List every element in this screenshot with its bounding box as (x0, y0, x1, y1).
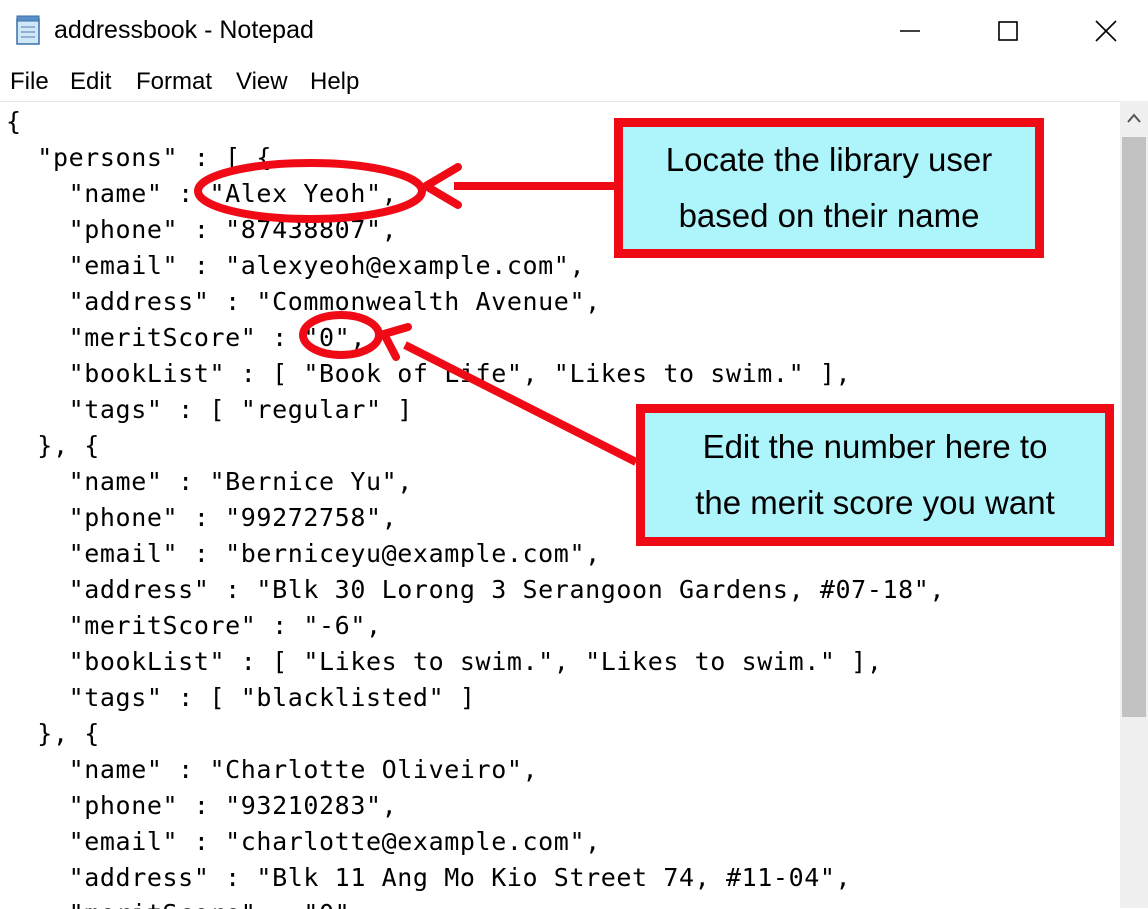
code-line: { (6, 107, 22, 136)
maximize-button[interactable] (978, 8, 1038, 54)
callout-text-line: the merit score you want (695, 484, 1055, 521)
code-line: "address" : "Blk 30 Lorong 3 Serangoon G… (6, 575, 946, 604)
maximize-icon (998, 21, 1018, 41)
code-line: "name" : "Charlotte Oliveiro", (6, 755, 539, 784)
code-line: "phone" : "93210283", (6, 791, 398, 820)
callout-text-line: based on their name (678, 197, 980, 234)
title-bar: addressbook - Notepad (0, 0, 1148, 62)
edit-merit-callout: Edit the number here to the merit score … (636, 404, 1114, 546)
code-line: "address" : "Blk 11 Ang Mo Kio Street 74… (6, 863, 852, 892)
code-line: "name" : "Alex Yeoh", (6, 179, 398, 208)
menu-view[interactable]: View (236, 68, 288, 96)
code-line: "meritScore" : "0", (6, 323, 366, 352)
code-line: }, { (6, 431, 100, 460)
callout-text-line: Locate the library user (665, 141, 993, 178)
code-line: "name" : "Bernice Yu", (6, 467, 413, 496)
scroll-up-button[interactable] (1120, 101, 1148, 135)
scroll-thumb[interactable] (1122, 137, 1146, 717)
code-line: "phone" : "99272758", (6, 503, 398, 532)
window-title: addressbook - Notepad (54, 16, 314, 44)
code-line: "address" : "Commonwealth Avenue", (6, 287, 601, 316)
minimize-icon (900, 30, 920, 32)
code-line: "bookList" : [ "Likes to swim.", "Likes … (6, 647, 883, 676)
callout-text-line: Edit the number here to (702, 428, 1048, 465)
menu-format[interactable]: Format (136, 68, 212, 96)
code-line: "phone" : "87438807", (6, 215, 398, 244)
vertical-scrollbar[interactable] (1120, 101, 1148, 908)
code-line: "email" : "charlotte@example.com", (6, 827, 601, 856)
code-line: "bookList" : [ "Book of Life", "Likes to… (6, 359, 852, 388)
minimize-button[interactable] (880, 8, 940, 54)
code-line: "tags" : [ "blacklisted" ] (6, 683, 476, 712)
code-line: }, { (6, 719, 100, 748)
chevron-up-icon (1127, 113, 1141, 123)
code-line: "tags" : [ "regular" ] (6, 395, 413, 424)
notepad-icon (16, 15, 40, 45)
code-line: "meritScore" : "-6", (6, 611, 382, 640)
menu-help[interactable]: Help (310, 68, 359, 96)
code-line: "email" : "berniceyu@example.com", (6, 539, 601, 568)
menu-bar: File Edit Format View Help (0, 62, 1148, 100)
code-line: "email" : "alexyeoh@example.com", (6, 251, 586, 280)
code-line: "persons" : [ { (6, 143, 273, 172)
close-icon (1095, 20, 1117, 42)
menu-edit[interactable]: Edit (70, 68, 111, 96)
menu-file[interactable]: File (10, 68, 49, 96)
code-line: "meritScore" : "0", (6, 896, 366, 909)
close-button[interactable] (1076, 8, 1136, 54)
locate-user-callout: Locate the library user based on their n… (614, 118, 1044, 258)
